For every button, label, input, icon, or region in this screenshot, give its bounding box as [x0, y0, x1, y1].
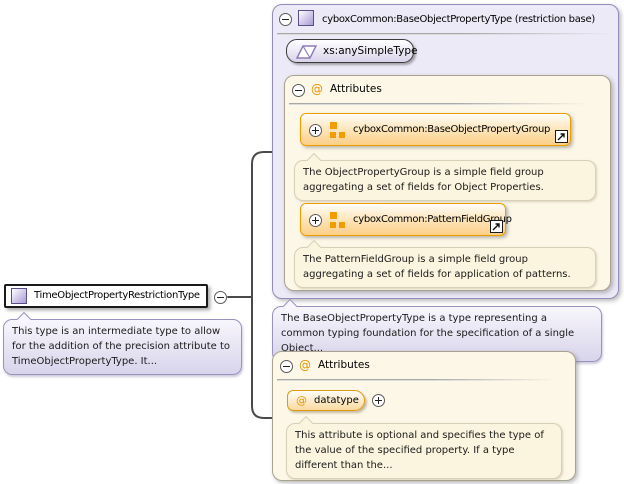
attribute-pill-datatype[interactable]: @ datatype	[287, 390, 365, 411]
simple-type-label: xs:anySimpleType	[323, 45, 418, 57]
group-label: cyboxCommon:BaseObjectPropertyGroup	[353, 124, 551, 135]
header-divider	[277, 33, 614, 35]
collapse-toggle-icon[interactable]	[280, 360, 293, 373]
base-type-container: cyboxCommon:BaseObjectPropertyType (rest…	[272, 4, 619, 299]
attribute-group-icon	[330, 212, 345, 228]
annotation-text: The BaseObjectPropertyType is a type rep…	[281, 313, 575, 354]
header-divider	[277, 379, 557, 381]
annotation-text: The ObjectPropertyGroup is a simple fiel…	[303, 167, 544, 193]
base-type-title: cyboxCommon:BaseObjectPropertyType (rest…	[322, 14, 595, 25]
complex-type-icon	[11, 288, 27, 304]
annotation-bubble: The ObjectPropertyGroup is a simple fiel…	[294, 152, 596, 201]
group-label: cyboxCommon:PatternFieldGroup	[353, 214, 512, 225]
element-label: TimeObjectPropertyRestrictionType	[34, 290, 200, 301]
element-annotation-bubble: This type is an intermediate type to all…	[3, 311, 242, 375]
attribute-at-icon: @	[296, 394, 307, 407]
annotation-text: This attribute is optional and specifies…	[295, 430, 544, 471]
annotation-text: The PatternFieldGroup is a simple field …	[303, 254, 571, 280]
expand-toggle-icon[interactable]	[372, 394, 385, 407]
collapse-toggle-icon[interactable]	[214, 291, 227, 304]
local-attributes-container: @ Attributes @ datatype This attribute i…	[272, 351, 576, 481]
external-link-icon[interactable]	[555, 130, 568, 143]
collapse-toggle-icon[interactable]	[292, 84, 305, 97]
expand-toggle-icon[interactable]	[309, 124, 322, 137]
attributes-header: Attributes	[318, 359, 370, 371]
bubble-notch	[306, 239, 322, 255]
simple-type-icon	[296, 45, 318, 59]
bubble-notch	[298, 415, 314, 431]
bubble-notch	[306, 152, 322, 168]
collapse-toggle-icon[interactable]	[279, 13, 292, 26]
base-attributes-container: @ Attributes cyboxCommon:BaseObjectPrope…	[284, 75, 611, 291]
group-box-baseobjectpropertygroup[interactable]: cyboxCommon:BaseObjectPropertyGroup	[300, 113, 571, 146]
attribute-at-icon: @	[311, 82, 323, 96]
annotation-text: This type is an intermediate type to all…	[12, 326, 230, 367]
attribute-label: datatype	[314, 395, 359, 406]
expand-toggle-icon[interactable]	[309, 214, 322, 227]
header-divider	[289, 103, 589, 105]
element-box-timeobjectpropertyrestrictiontype[interactable]: TimeObjectPropertyRestrictionType	[4, 284, 208, 308]
attributes-header: Attributes	[330, 83, 382, 95]
complex-type-icon	[298, 10, 314, 26]
group-box-patternfieldgroup[interactable]: cyboxCommon:PatternFieldGroup	[300, 203, 512, 236]
annotation-bubble: This attribute is optional and specifies…	[286, 415, 562, 479]
attribute-group-icon	[330, 122, 345, 138]
simple-type-pill[interactable]: xs:anySimpleType	[286, 39, 418, 63]
attribute-at-icon: @	[299, 358, 311, 372]
annotation-bubble: The PatternFieldGroup is a simple field …	[294, 239, 596, 288]
external-link-icon[interactable]	[490, 220, 503, 233]
